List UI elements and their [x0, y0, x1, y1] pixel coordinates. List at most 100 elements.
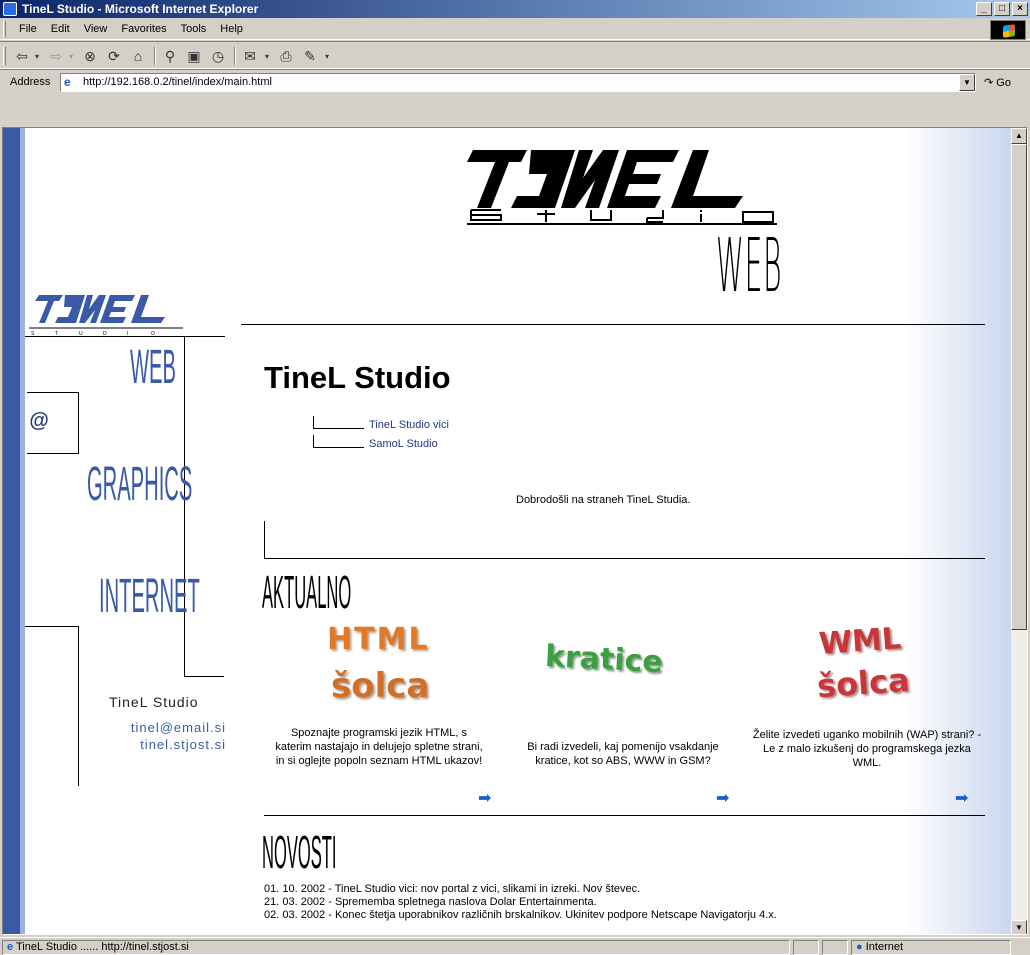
side-brand: TineL Studio: [109, 694, 199, 710]
menu-help[interactable]: Help: [213, 22, 250, 36]
page-icon: e: [64, 75, 71, 89]
window-title: TineL Studio - Microsoft Internet Explor…: [22, 2, 259, 16]
divider-top: [241, 324, 985, 325]
link-list: TineL Studio vici SamoL Studio: [313, 416, 449, 454]
aktualno-heading: AKTUALNO: [262, 566, 352, 618]
edit-icon[interactable]: ✎: [300, 47, 320, 65]
address-input[interactable]: e http://192.168.0.2/tinel/index/main.ht…: [60, 73, 976, 92]
tinel-studio-logo: [467, 150, 777, 225]
card-html: Spoznajte programski jezik HTML, s kater…: [259, 726, 499, 768]
menu-edit[interactable]: Edit: [44, 22, 77, 36]
favorites-icon[interactable]: ▣: [184, 47, 204, 65]
card-html-desc: Spoznajte programski jezik HTML, s kater…: [275, 727, 483, 767]
forward-icon[interactable]: ⇨: [46, 47, 66, 65]
wml-image-line1: WML: [817, 621, 903, 662]
toolbar-separator: [154, 47, 156, 65]
status-page-icon: e: [7, 941, 14, 953]
title-bar: TineL Studio - Microsoft Internet Explor…: [0, 0, 1030, 18]
scroll-up-icon[interactable]: ▲: [1011, 128, 1027, 144]
tinel-small-logo[interactable]: STU DIO: [23, 293, 188, 337]
wml-image-line2: šolca: [815, 660, 911, 706]
status-bar: e TineL Studio ...... http://tinel.stjos…: [0, 937, 1030, 955]
go-arrow-icon: ↷: [984, 77, 994, 89]
status-progress-cell: [793, 940, 819, 955]
windows-logo-icon: [990, 20, 1026, 40]
scroll-down-icon[interactable]: ▼: [1011, 920, 1027, 934]
news-list: 01. 10. 2002 - TineL Studio vici: nov po…: [264, 883, 777, 922]
nav-left-box: [25, 626, 79, 786]
edit-dropdown-icon[interactable]: ▾: [322, 47, 332, 65]
news-item: 01. 10. 2002 - TineL Studio vici: nov po…: [264, 883, 641, 895]
menubar-grip: [3, 21, 6, 37]
status-text-cell: e TineL Studio ...... http://tinel.stjos…: [2, 940, 790, 955]
html-image-line1: HTML: [327, 622, 430, 657]
link-tinel-vici[interactable]: TineL Studio vici: [313, 416, 449, 435]
toolbar: ⇦ ▾ ⇨ ▾ ⊗ ⟳ ⌂ ⚲ ▣ ◷ ✉ ▾ ⎙ ✎ ▾: [0, 41, 1030, 69]
news-item: 02. 03. 2002 - Konec štetja uporabnikov …: [264, 909, 777, 921]
refresh-icon[interactable]: ⟳: [104, 47, 124, 65]
close-button[interactable]: ×: [1012, 2, 1028, 16]
toolbar-separator: [234, 47, 236, 65]
page-title: TineL Studio: [264, 360, 451, 395]
card-kratice-desc: Bi radi izvedeli, kaj pomenijo vsakdanje…: [527, 741, 719, 767]
card-wml-image[interactable]: WML šolca: [803, 621, 963, 712]
nav-graphics-link[interactable]: GRAPHICS: [87, 460, 192, 510]
side-email-link[interactable]: tinel@email.si: [89, 720, 226, 735]
address-url[interactable]: http://192.168.0.2/tinel/index/main.html: [83, 76, 272, 88]
side-site-link[interactable]: tinel.stjost.si: [89, 737, 226, 752]
address-bar: Address e http://192.168.0.2/tinel/index…: [0, 69, 1030, 95]
history-icon[interactable]: ◷: [208, 47, 228, 65]
nav-web-link[interactable]: WEB: [130, 343, 176, 393]
menu-bar: File Edit View Favorites Tools Help: [0, 18, 1030, 40]
mail-icon[interactable]: ✉: [240, 47, 260, 65]
address-dropdown-icon[interactable]: ▼: [959, 74, 975, 91]
home-icon[interactable]: ⌂: [128, 47, 148, 65]
nav-internet-link[interactable]: INTERNET: [99, 572, 200, 622]
vertical-scrollbar[interactable]: ▲ ▼: [1011, 128, 1027, 934]
card-wml-arrow-icon[interactable]: ➡: [955, 788, 968, 808]
menu-file[interactable]: File: [12, 22, 44, 36]
divider-middle: [264, 558, 985, 559]
menu-tools[interactable]: Tools: [174, 22, 214, 36]
card-kratice-image[interactable]: kratice: [541, 638, 721, 688]
go-label: Go: [996, 77, 1011, 89]
card-kratice-arrow-icon[interactable]: ➡: [716, 788, 729, 808]
at-email-icon[interactable]: @: [29, 410, 49, 433]
back-dropdown-icon[interactable]: ▾: [32, 47, 42, 65]
scroll-thumb[interactable]: [1011, 144, 1027, 630]
html-image-line2: šolca: [331, 666, 430, 706]
back-icon[interactable]: ⇦: [12, 47, 32, 65]
nav-bottom-line: [184, 676, 224, 677]
kratice-image-text: kratice: [544, 638, 664, 681]
stop-icon[interactable]: ⊗: [80, 47, 100, 65]
status-lock-cell: [822, 940, 848, 955]
mail-dropdown-icon[interactable]: ▾: [262, 47, 272, 65]
menu-favorites[interactable]: Favorites: [114, 22, 173, 36]
left-stripe-light: [20, 128, 25, 934]
welcome-text: Dobrodošli na straneh TineL Studia.: [516, 494, 691, 506]
print-icon[interactable]: ⎙: [276, 47, 296, 65]
internet-globe-icon: ●: [856, 941, 863, 953]
card-wml-desc: Želite izvedeti uganko mobilnih (WAP) st…: [752, 729, 982, 769]
news-item: 21. 03. 2002 - Sprememba spletnega naslo…: [264, 896, 597, 908]
card-wml: Želite izvedeti uganko mobilnih (WAP) st…: [747, 728, 987, 770]
maximize-button[interactable]: □: [994, 2, 1010, 16]
web-heading-logo: WEB: [716, 223, 783, 309]
search-icon[interactable]: ⚲: [160, 47, 180, 65]
divider-vertical: [264, 521, 265, 558]
address-label: Address: [10, 76, 51, 88]
link-samol-studio[interactable]: SamoL Studio: [313, 435, 449, 454]
status-zone-cell: ● Internet: [851, 940, 1011, 955]
card-html-arrow-icon[interactable]: ➡: [478, 788, 491, 808]
minimize-button[interactable]: _: [976, 2, 992, 16]
novosti-heading: NOVOSTI: [262, 826, 337, 878]
nav-divider: [25, 336, 225, 337]
card-html-image[interactable]: HTML šolca: [303, 622, 463, 712]
menu-view[interactable]: View: [77, 22, 115, 36]
divider-bottom: [264, 815, 985, 816]
web-page: WEB STU DIO WEB @ GRAPHICS INTERNET Tine…: [3, 128, 1013, 934]
toolbar-grip: [3, 47, 6, 65]
go-button[interactable]: ↷ Go: [984, 76, 1011, 89]
forward-dropdown-icon[interactable]: ▾: [66, 47, 76, 65]
card-kratice: Bi radi izvedeli, kaj pomenijo vsakdanje…: [503, 740, 743, 768]
